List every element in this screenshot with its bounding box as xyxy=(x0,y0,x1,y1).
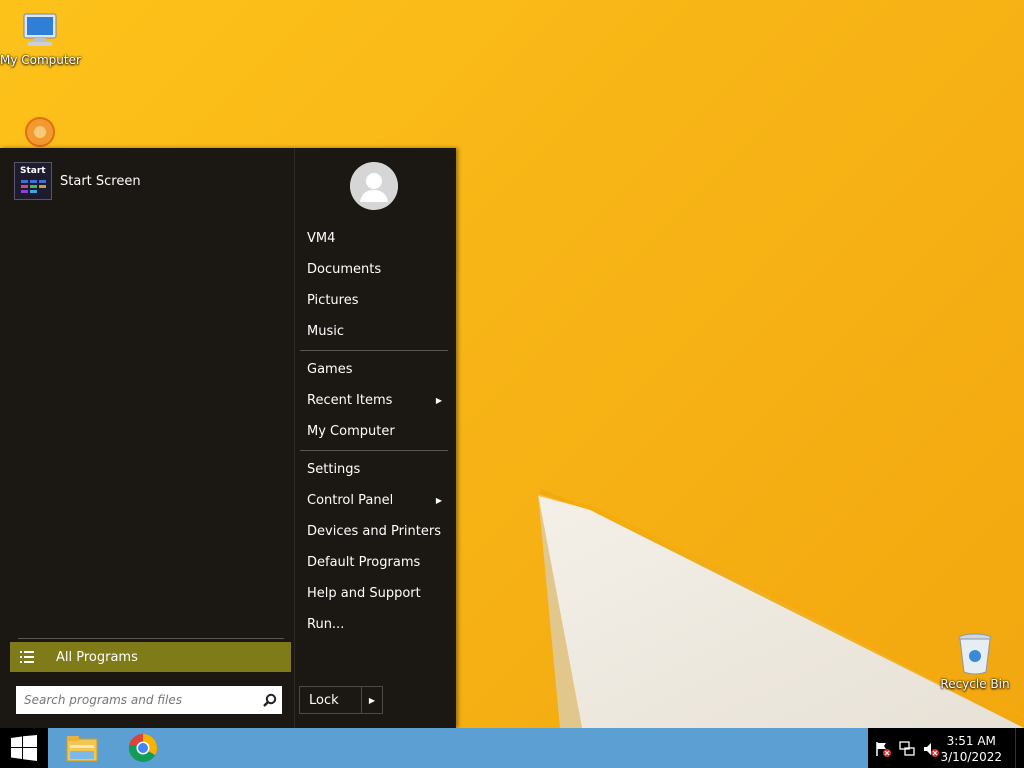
start-menu-right-pane: VM4 Documents Pictures Music Games Recen… xyxy=(294,148,457,728)
menu-item-settings[interactable]: Settings xyxy=(300,454,448,485)
menu-item-default-programs[interactable]: Default Programs xyxy=(300,547,448,578)
desktop-icon-partial[interactable] xyxy=(0,110,80,150)
menu-item-recent-items[interactable]: Recent Items ▶ xyxy=(300,385,448,416)
divider xyxy=(300,450,448,451)
start-screen-tile-text: Start xyxy=(20,166,46,176)
user-icon xyxy=(350,162,398,210)
desktop-icon-recycle-bin[interactable]: Recycle Bin xyxy=(935,630,1015,691)
start-button[interactable] xyxy=(0,728,48,768)
user-avatar[interactable] xyxy=(350,162,398,210)
search-icon[interactable] xyxy=(258,688,282,712)
menu-item-vm4[interactable]: VM4 xyxy=(300,223,448,254)
menu-item-label: VM4 xyxy=(307,231,336,246)
menu-item-label: Control Panel xyxy=(307,493,394,508)
search-box xyxy=(16,686,282,714)
menu-item-help-and-support[interactable]: Help and Support xyxy=(300,578,448,609)
menu-item-my-computer[interactable]: My Computer xyxy=(300,416,448,447)
divider xyxy=(300,350,448,351)
menu-item-label: Recent Items xyxy=(307,393,393,408)
menu-item-label: My Computer xyxy=(307,424,395,439)
taskbar-clock[interactable]: 3:51 AM 3/10/2022 xyxy=(940,733,1002,765)
menu-item-pictures[interactable]: Pictures xyxy=(300,285,448,316)
menu-item-label: Run... xyxy=(307,617,345,632)
desktop-icon-label: My Computer xyxy=(0,53,81,67)
all-programs-button[interactable]: All Programs xyxy=(10,642,291,672)
menu-item-label: Settings xyxy=(307,462,361,477)
menu-item-documents[interactable]: Documents xyxy=(300,254,448,285)
list-icon xyxy=(20,651,34,663)
chevron-right-icon: ▶ xyxy=(435,496,442,505)
my-computer-icon xyxy=(23,13,57,46)
lock-button[interactable]: Lock xyxy=(300,693,361,708)
divider xyxy=(18,638,284,639)
pinned-item-start-screen[interactable]: Start Start Screen xyxy=(14,162,141,200)
recycle-bin-icon xyxy=(958,633,992,675)
desktop-icon-my-computer[interactable]: My Computer xyxy=(0,8,81,67)
tile-grid-graphic xyxy=(21,180,46,193)
menu-item-devices-and-printers[interactable]: Devices and Printers xyxy=(300,516,448,547)
file-explorer-icon xyxy=(66,736,98,762)
search-input[interactable] xyxy=(22,687,258,713)
network-icon[interactable] xyxy=(898,740,916,758)
start-menu-left-pane: Start Start Screen All Programs xyxy=(0,148,294,728)
clock-time: 3:51 AM xyxy=(946,734,996,748)
desktop-icon-label: Recycle Bin xyxy=(940,677,1010,691)
pinned-item-label: Start Screen xyxy=(60,173,141,189)
menu-item-label: Devices and Printers xyxy=(307,524,441,539)
menu-item-label: Help and Support xyxy=(307,586,421,601)
action-center-flag-icon[interactable] xyxy=(874,740,892,758)
right-menu-group-user: VM4 Documents Pictures Music Games Recen… xyxy=(300,223,448,640)
taskbar: 3:51 AM 3/10/2022 xyxy=(0,728,1024,768)
clock-date: 3/10/2022 xyxy=(940,750,1002,764)
power-options-arrow-icon[interactable]: ▶ xyxy=(361,687,382,713)
taskbar-app-file-explorer[interactable] xyxy=(56,728,108,768)
lock-button-group: Lock ▶ xyxy=(299,686,383,714)
chevron-right-icon: ▶ xyxy=(435,396,442,405)
sunburst-app-icon xyxy=(25,117,55,147)
all-programs-label: All Programs xyxy=(56,649,138,665)
chrome-icon xyxy=(128,733,157,762)
menu-item-label: Pictures xyxy=(307,293,359,308)
menu-item-music[interactable]: Music xyxy=(300,316,448,347)
start-screen-icon: Start xyxy=(14,162,52,200)
windows-logo-icon xyxy=(11,735,37,761)
menu-item-label: Default Programs xyxy=(307,555,421,570)
menu-item-run[interactable]: Run... xyxy=(300,609,448,640)
start-menu: Start Start Screen All Programs Search p… xyxy=(0,148,456,728)
taskbar-app-chrome[interactable] xyxy=(117,728,169,768)
menu-item-label: Music xyxy=(307,324,344,339)
show-desktop-button[interactable] xyxy=(1015,728,1024,768)
menu-item-label: Games xyxy=(307,362,353,377)
volume-muted-icon[interactable] xyxy=(922,740,940,758)
menu-item-games[interactable]: Games xyxy=(300,354,448,385)
system-tray: 3:51 AM 3/10/2022 xyxy=(868,728,1024,768)
menu-item-control-panel[interactable]: Control Panel ▶ xyxy=(300,485,448,516)
menu-item-label: Documents xyxy=(307,262,382,277)
